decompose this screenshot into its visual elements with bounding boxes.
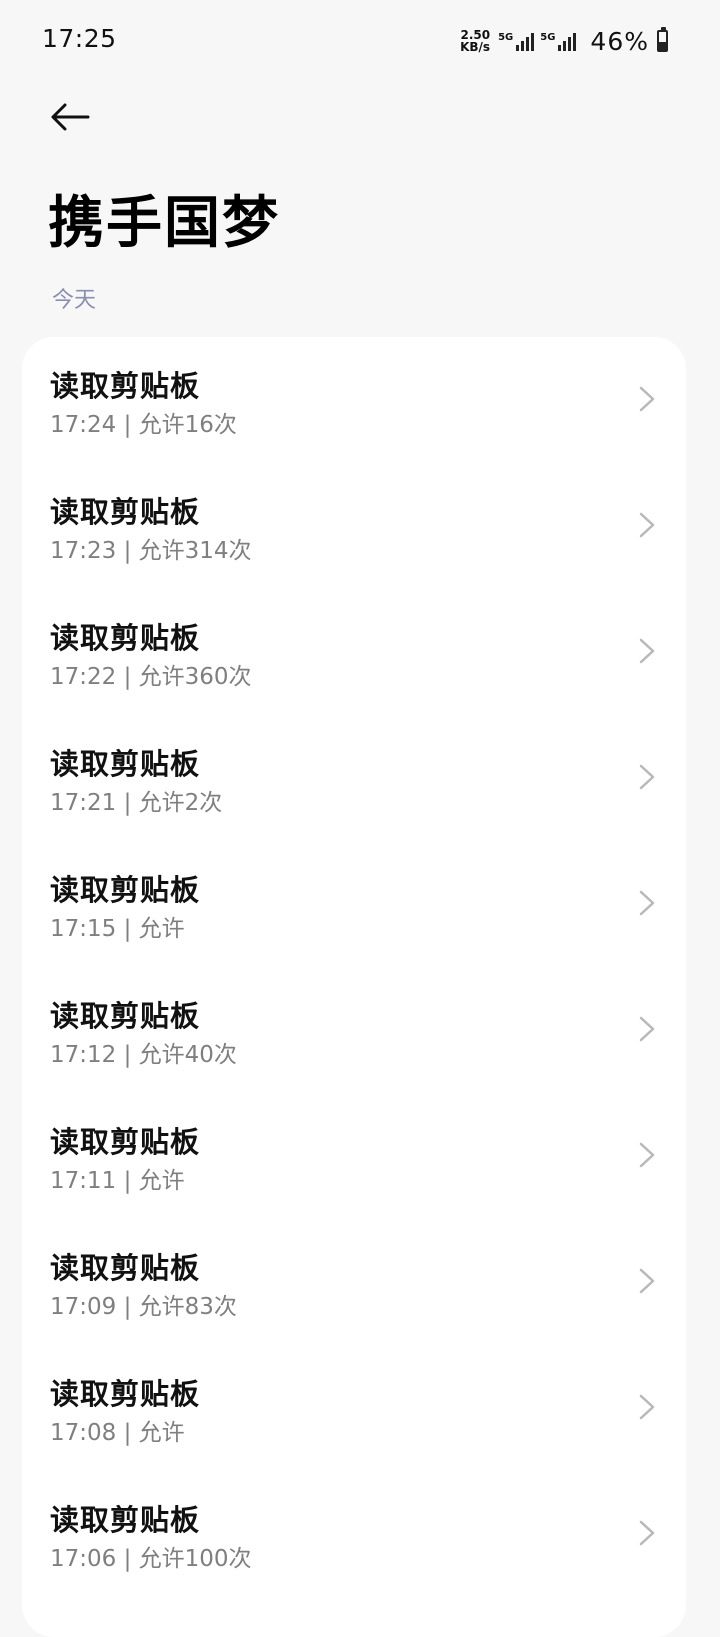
item-title: 读取剪贴板 bbox=[50, 873, 201, 907]
status-icons: 2.50 KB/s 5G 5G 46% bbox=[460, 24, 668, 58]
list-item[interactable]: 读取剪贴板 17:08 | 允许 bbox=[22, 1345, 686, 1471]
item-subtitle: 17:06 | 允许100次 bbox=[50, 1546, 252, 1572]
status-bar: 17:25 2.50 KB/s 5G 5G 46% bbox=[0, 0, 720, 80]
signal-bars-icon bbox=[558, 31, 577, 51]
sim2-network-type: 5G bbox=[540, 32, 556, 43]
signal-bars-icon bbox=[516, 31, 535, 51]
list-item[interactable]: 读取剪贴板 17:21 | 允许2次 bbox=[22, 715, 686, 841]
item-title: 读取剪贴板 bbox=[50, 1251, 201, 1285]
chevron-right-icon bbox=[639, 1520, 655, 1546]
sim1-signal: 5G bbox=[498, 31, 535, 51]
back-button[interactable] bbox=[40, 92, 100, 142]
chevron-right-icon bbox=[639, 386, 655, 412]
network-speed-unit: KB/s bbox=[460, 40, 491, 54]
sim2-signal: 5G bbox=[540, 31, 577, 51]
network-speed: 2.50 KB/s bbox=[460, 29, 490, 53]
item-subtitle: 17:12 | 允许40次 bbox=[50, 1042, 237, 1068]
chevron-right-icon bbox=[639, 1394, 655, 1420]
item-title: 读取剪贴板 bbox=[50, 1125, 201, 1159]
item-subtitle: 17:09 | 允许83次 bbox=[50, 1294, 237, 1320]
chevron-right-icon bbox=[639, 638, 655, 664]
item-subtitle: 17:22 | 允许360次 bbox=[50, 664, 252, 690]
page-title: 携手国梦 bbox=[48, 191, 280, 256]
chevron-right-icon bbox=[639, 512, 655, 538]
battery-percentage: 46% bbox=[590, 26, 649, 56]
chevron-right-icon bbox=[639, 1268, 655, 1294]
access-record-list: 读取剪贴板 17:24 | 允许16次 读取剪贴板 17:23 | 允许314次… bbox=[22, 337, 686, 1637]
battery-icon bbox=[657, 27, 668, 52]
chevron-right-icon bbox=[639, 890, 655, 916]
item-subtitle: 17:11 | 允许 bbox=[50, 1168, 185, 1194]
list-item[interactable]: 读取剪贴板 17:06 | 允许100次 bbox=[22, 1471, 686, 1597]
list-item[interactable]: 读取剪贴板 17:11 | 允许 bbox=[22, 1093, 686, 1219]
item-title: 读取剪贴板 bbox=[50, 495, 201, 529]
battery-fill bbox=[659, 41, 666, 50]
item-subtitle: 17:15 | 允许 bbox=[50, 916, 185, 942]
sim1-network-type: 5G bbox=[498, 32, 514, 43]
item-title: 读取剪贴板 bbox=[50, 747, 201, 781]
list-item[interactable]: 读取剪贴板 17:09 | 允许83次 bbox=[22, 1219, 686, 1345]
item-subtitle: 17:23 | 允许314次 bbox=[50, 538, 252, 564]
status-time: 17:25 bbox=[42, 24, 117, 53]
item-title: 读取剪贴板 bbox=[50, 999, 201, 1033]
item-subtitle: 17:21 | 允许2次 bbox=[50, 790, 223, 816]
item-title: 读取剪贴板 bbox=[50, 369, 201, 403]
item-subtitle: 17:08 | 允许 bbox=[50, 1420, 185, 1446]
chevron-right-icon bbox=[639, 1142, 655, 1168]
item-title: 读取剪贴板 bbox=[50, 1377, 201, 1411]
item-subtitle: 17:24 | 允许16次 bbox=[50, 412, 237, 438]
list-item[interactable]: 读取剪贴板 17:24 | 允许16次 bbox=[22, 337, 686, 463]
section-header-today: 今天 bbox=[52, 288, 97, 313]
list-item[interactable]: 读取剪贴板 17:12 | 允许40次 bbox=[22, 967, 686, 1093]
chevron-right-icon bbox=[639, 1016, 655, 1042]
item-title: 读取剪贴板 bbox=[50, 621, 201, 655]
chevron-right-icon bbox=[639, 764, 655, 790]
list-item[interactable]: 读取剪贴板 17:15 | 允许 bbox=[22, 841, 686, 967]
list-item[interactable]: 读取剪贴板 17:22 | 允许360次 bbox=[22, 589, 686, 715]
arrow-left-icon bbox=[51, 103, 90, 131]
list-item[interactable]: 读取剪贴板 17:23 | 允许314次 bbox=[22, 463, 686, 589]
item-title: 读取剪贴板 bbox=[50, 1503, 201, 1537]
